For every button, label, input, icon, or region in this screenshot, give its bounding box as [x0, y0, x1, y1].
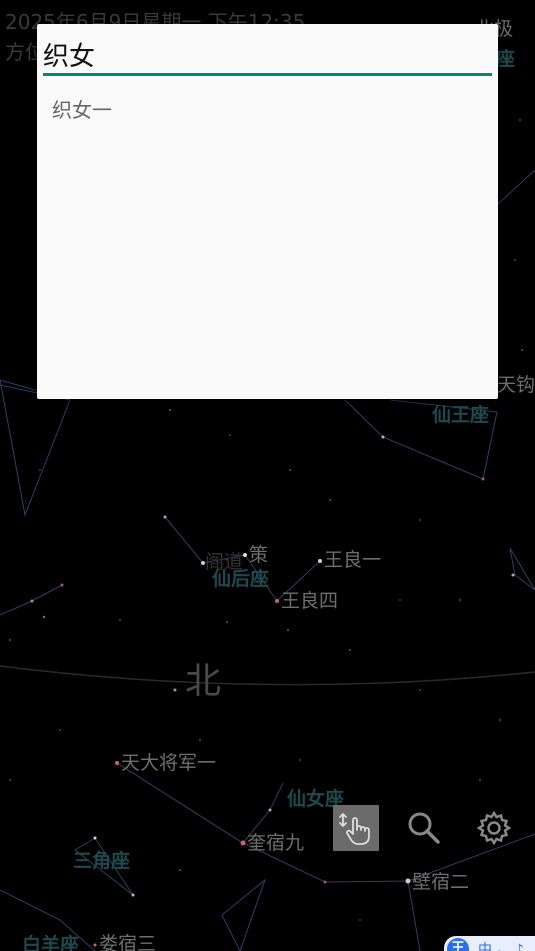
gear-icon — [476, 810, 512, 846]
chip-text: 中 。 ♪ — [478, 942, 524, 951]
constellation-label-cassiopeia[interactable]: 仙后座 — [212, 568, 269, 590]
gesture-mode-button[interactable] — [333, 805, 379, 851]
star-label-wangliang1[interactable]: 王良一 — [324, 549, 381, 571]
chip-badge: 王 — [447, 938, 469, 951]
star-label-loushu3[interactable]: 娄宿三 — [99, 933, 156, 951]
star-label-kuisu9[interactable]: 奎宿九 — [247, 832, 304, 854]
direction-north-label: 北 — [185, 661, 222, 702]
search-dialog: 织女 织女一 — [37, 24, 498, 399]
search-input[interactable]: 织女 — [43, 32, 492, 76]
search-icon — [408, 812, 440, 844]
search-result-item[interactable]: 织女一 — [37, 88, 498, 132]
constellation-label-aries[interactable]: 白羊座 — [22, 934, 79, 951]
constellation-label-cepheus[interactable]: 仙王座 — [432, 404, 489, 426]
constellation-label-triangulum[interactable]: 三角座 — [73, 850, 130, 872]
search-button[interactable] — [401, 805, 447, 851]
input-method-chip[interactable]: 王 中 。 ♪ — [444, 936, 535, 951]
gesture-hand-icon — [339, 813, 370, 845]
star-label-bisu2[interactable]: 壁宿二 — [412, 871, 469, 893]
star-label-tiandajiangjun1[interactable]: 天大将军一 — [121, 752, 216, 774]
search-input-value: 织女 — [43, 42, 96, 72]
star-label-wangliang4[interactable]: 王良四 — [281, 590, 338, 612]
settings-button[interactable] — [471, 805, 517, 851]
sky-map[interactable]: 2025年6月9日星期一 下午12:35 方位 小熊座 北极 天钩 仙王座 阁道… — [0, 0, 535, 951]
search-result-list: 织女一 — [37, 88, 498, 132]
star-label-tiangou[interactable]: 天钩 — [497, 374, 535, 396]
star-label-ce[interactable]: 策 — [249, 544, 268, 566]
